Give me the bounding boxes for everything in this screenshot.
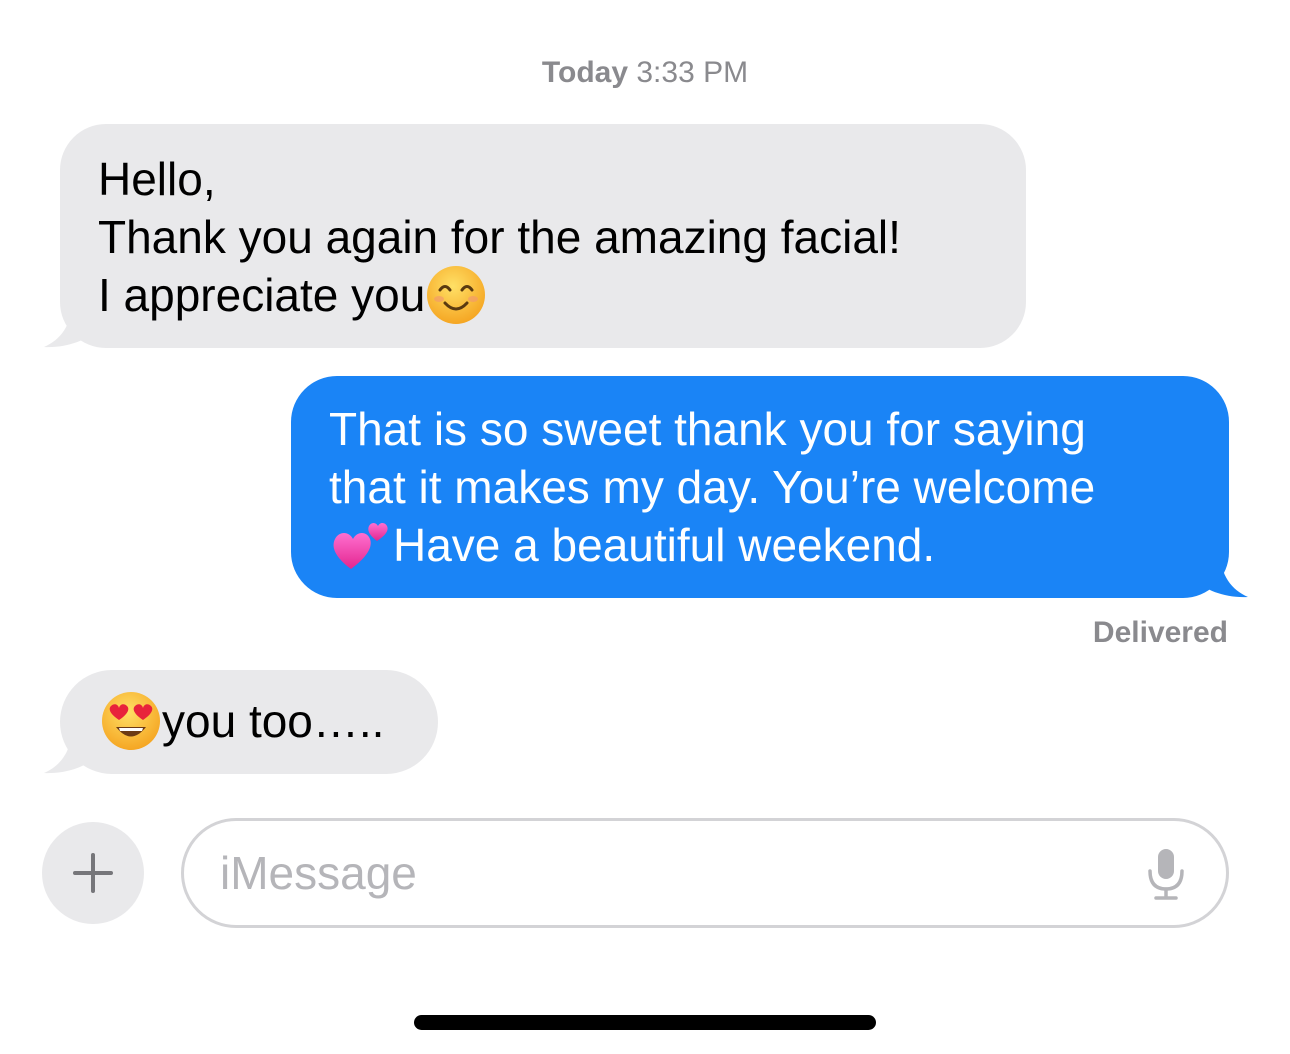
timestamp-day: Today bbox=[541, 56, 629, 89]
heart-eyes-emoji-icon bbox=[102, 691, 160, 750]
add-attachment-button[interactable] bbox=[42, 822, 144, 924]
microphone-icon[interactable] bbox=[1146, 847, 1186, 901]
timestamp-time: 3:33 PM bbox=[636, 56, 749, 89]
message-text-line: That is so sweet thank you for saying bbox=[329, 403, 1086, 455]
smiling-face-emoji-icon bbox=[427, 265, 486, 324]
message-bubble-outgoing[interactable]: That is so sweet thank you for saying th… bbox=[291, 376, 1229, 598]
message-input[interactable] bbox=[220, 843, 1100, 903]
message-bubble-incoming[interactable]: you too….. bbox=[60, 670, 438, 774]
message-bubble-incoming[interactable]: Hello, Thank you again for the amazing f… bbox=[60, 124, 1026, 348]
message-text-line: Thank you again for the amazing facial! bbox=[98, 211, 901, 263]
message-text-line: you too….. bbox=[162, 695, 385, 747]
message-input-container bbox=[181, 818, 1229, 928]
conversation-timestamp: Today 3:33 PM bbox=[0, 56, 1290, 90]
message-text-line: that it makes my day. You’re welcome bbox=[329, 461, 1096, 513]
delivered-status: Delivered bbox=[1092, 616, 1228, 649]
messages-screen: Today 3:33 PM Hello, Thank you again for… bbox=[0, 0, 1290, 1054]
home-indicator[interactable] bbox=[414, 1015, 876, 1030]
plus-icon bbox=[73, 853, 113, 893]
two-hearts-emoji-icon bbox=[333, 522, 388, 569]
message-text-line: Hello, bbox=[98, 153, 216, 205]
message-text-line: I appreciate you bbox=[98, 269, 426, 321]
message-text-line: Have a beautiful weekend. bbox=[393, 519, 936, 571]
